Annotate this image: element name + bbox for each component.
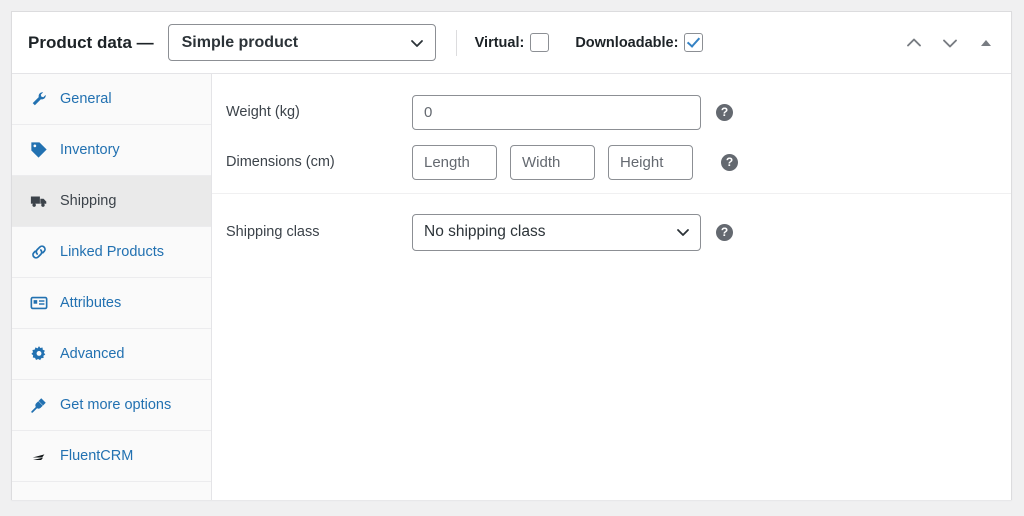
sidebar-item-label: FluentCRM <box>60 447 134 464</box>
chevron-up-icon[interactable] <box>903 32 925 54</box>
shipping-class-field-row: Shipping class No shipping class ? <box>212 210 1011 254</box>
virtual-checkbox-group[interactable]: Virtual: <box>475 33 550 52</box>
chevron-down-icon <box>410 36 424 50</box>
sidebar-item-attributes[interactable]: Attributes <box>12 278 211 329</box>
gear-icon <box>29 344 49 364</box>
downloadable-checkbox[interactable] <box>684 33 704 52</box>
dimension-height-input[interactable] <box>608 144 693 180</box>
downloadable-label: Downloadable: <box>575 34 679 51</box>
plug-icon <box>29 395 49 415</box>
sidebar-item-label: General <box>60 90 112 107</box>
shipping-class-group: Shipping class No shipping class ? <box>212 194 1011 263</box>
sidebar-item-label: Linked Products <box>60 243 164 260</box>
wrench-icon <box>29 89 49 109</box>
sidebar-item-label: Attributes <box>60 294 122 311</box>
shipping-class-help-icon[interactable]: ? <box>716 223 733 241</box>
link-icon <box>29 242 49 262</box>
header-divider <box>455 29 457 56</box>
dimension-length-input[interactable] <box>412 144 497 180</box>
truck-icon <box>29 191 49 211</box>
virtual-label: Virtual: <box>474 34 525 51</box>
sidebar-item-general[interactable]: General <box>12 74 211 125</box>
dimensions-help-icon[interactable]: ? <box>721 153 738 171</box>
panel-header: Product data — Simple product Virtual: D… <box>12 12 1011 74</box>
shipping-class-value: No shipping class <box>424 223 546 240</box>
shipping-measurements-group: Weight (kg) ? Dimensions (cm) ? <box>212 74 1011 194</box>
sidebar-item-advanced[interactable]: Advanced <box>12 329 211 380</box>
sidebar-item-shipping[interactable]: Shipping <box>12 176 211 227</box>
sidebar-item-fluentcrm[interactable]: FluentCRM <box>12 431 211 482</box>
sidebar-item-label: Get more options <box>60 396 172 413</box>
chevron-down-icon <box>676 225 690 239</box>
product-type-value: Simple product <box>181 33 299 51</box>
weight-label: Weight (kg) <box>226 104 300 120</box>
sidebar-item-label: Shipping <box>60 192 117 209</box>
panel-header-actions <box>903 32 997 54</box>
dimensions-field-row: Dimensions (cm) ? <box>212 140 1011 184</box>
weight-input[interactable] <box>412 94 701 130</box>
product-type-select[interactable]: Simple product <box>167 24 436 61</box>
fluentcrm-icon <box>29 446 49 466</box>
sidebar-item-get-more-options[interactable]: Get more options <box>12 380 211 431</box>
triangle-up-icon[interactable] <box>975 32 997 54</box>
product-data-tabs: General Inventory Shipping Linked Produc… <box>12 74 212 500</box>
dimension-width-input[interactable] <box>510 144 595 180</box>
weight-field-row: Weight (kg) ? <box>212 90 1011 134</box>
shipping-panel-content: Weight (kg) ? Dimensions (cm) ? Shipping… <box>212 74 1011 500</box>
sidebar-item-label: Advanced <box>60 345 125 362</box>
list-card-icon <box>29 293 49 313</box>
downloadable-checkbox-group[interactable]: Downloadable: <box>575 33 704 52</box>
page-title: Product data — <box>28 32 154 52</box>
chevron-down-icon[interactable] <box>939 32 961 54</box>
dimensions-label: Dimensions (cm) <box>226 154 335 170</box>
product-data-panel: Product data — Simple product Virtual: D… <box>11 11 1012 500</box>
virtual-checkbox[interactable] <box>530 33 550 52</box>
shipping-class-select[interactable]: No shipping class <box>412 213 701 251</box>
sidebar-item-inventory[interactable]: Inventory <box>12 125 211 176</box>
shipping-class-label: Shipping class <box>226 224 320 240</box>
panel-body: General Inventory Shipping Linked Produc… <box>12 74 1011 500</box>
sidebar-item-linked-products[interactable]: Linked Products <box>12 227 211 278</box>
tag-icon <box>29 140 49 160</box>
sidebar-item-label: Inventory <box>60 141 120 158</box>
weight-help-icon[interactable]: ? <box>716 103 733 121</box>
